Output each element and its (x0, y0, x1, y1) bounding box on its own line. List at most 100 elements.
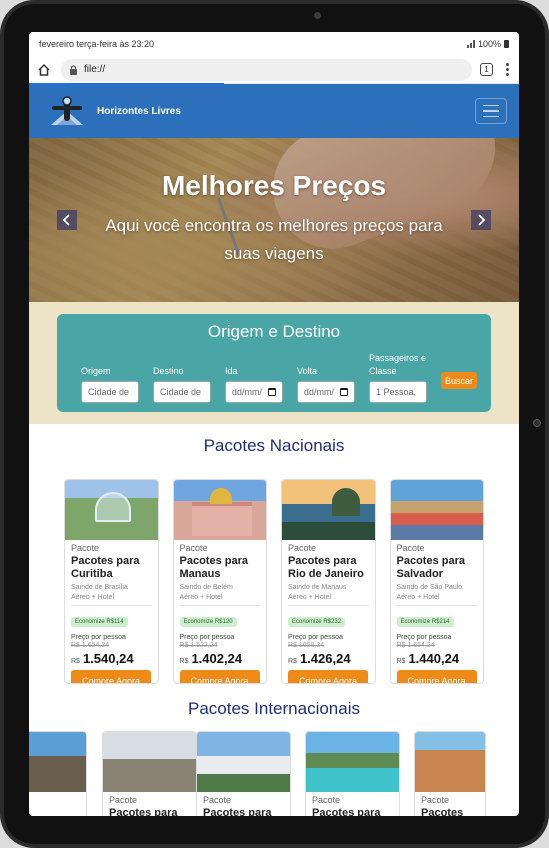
buy-now-button[interactable]: Compre Agora (396, 670, 477, 683)
package-kicker: Pacote (179, 543, 208, 553)
return-date-input[interactable]: dd/mm/ (297, 381, 355, 403)
passengers-select[interactable]: 1 Pessoa, (369, 381, 427, 403)
menu-toggle-button[interactable] (475, 98, 507, 124)
package-card-intl-3[interactable]: Pacote Pacotes para (305, 731, 400, 816)
search-button[interactable]: Buscar (441, 372, 478, 389)
package-card-rio[interactable]: Pacote Pacotes para Rio de Janeiro Saind… (281, 479, 376, 684)
package-kicker: Pacote (312, 795, 341, 805)
national-packages-list: Pacote Pacotes para Curitiba Saindo de B… (29, 479, 519, 684)
currency: R$ (71, 658, 80, 665)
carousel-prev-button[interactable] (57, 210, 77, 230)
url-text: file:// (84, 64, 106, 75)
screen: fevereiro terça-feira às 23:20 100% file… (29, 32, 519, 816)
savings-badge: Economize R$114 (71, 617, 128, 627)
buy-now-button[interactable]: Compre Agora (288, 670, 368, 683)
chevron-left-icon (62, 214, 70, 226)
old-price: R$ 1.654,24 (71, 642, 110, 649)
package-card-manaus[interactable]: Pacote Pacotes para Manaus Saindo de Bel… (172, 479, 267, 684)
package-kicker: Pacote (288, 543, 317, 553)
theatre-shape (191, 502, 252, 536)
package-image-beach (306, 732, 399, 792)
price-value: 1.426,24 (299, 651, 351, 666)
package-title: Pacotes para Manaus (179, 555, 248, 580)
search-section: Origem e Destino Origem Cidade de Destin… (29, 302, 519, 424)
browser-menu-icon[interactable] (501, 63, 513, 76)
price-label: Preço por pessoa (396, 634, 452, 641)
search-form: Origem Cidade de Destino Cidade de Ida d… (81, 352, 478, 403)
status-bar: fevereiro terça-feira às 23:20 100% (29, 32, 519, 56)
return-placeholder: dd/mm/ (304, 387, 335, 397)
package-image-rio (282, 480, 375, 540)
divider (396, 605, 477, 606)
mountain-shape (332, 488, 360, 516)
chevron-right-icon (478, 214, 486, 226)
package-origin: Saindo de Belém (179, 584, 233, 591)
calendar-icon[interactable] (268, 388, 276, 396)
package-card-intl-1[interactable]: Pacote Pacotes para (102, 731, 197, 816)
lock-icon (70, 64, 77, 75)
home-icon[interactable] (35, 61, 53, 79)
package-image-taj-mahal (197, 732, 290, 792)
package-image-angkor (103, 732, 196, 792)
price-label: Preço por pessoa (71, 634, 126, 641)
package-image-city (415, 732, 485, 792)
battery-icon (504, 40, 509, 48)
package-image-manaus (173, 480, 266, 540)
savings-badge: Economize R$214 (396, 617, 454, 627)
package-origin: Saindo de Brasília (71, 584, 128, 591)
passengers-field: Passageiros e Classe 1 Pessoa, (369, 352, 427, 403)
price-value: 1.540,24 (82, 651, 134, 666)
theatre-dome-shape (209, 488, 232, 504)
package-type: Aéreo + Hotel (396, 594, 440, 601)
return-label: Volta (297, 366, 318, 376)
package-card-curitiba[interactable]: Pacote Pacotes para Curitiba Saindo de B… (64, 479, 159, 684)
battery-level: 100% (477, 39, 501, 49)
brand[interactable]: Horizontes Livres (47, 91, 181, 131)
old-price: R$ 1658,24 (288, 642, 325, 649)
calendar-icon[interactable] (340, 388, 348, 396)
divider (71, 605, 152, 606)
status-time: fevereiro terça-feira às 23:20 (39, 39, 155, 49)
package-type: Aéreo + Hotel (179, 594, 223, 601)
package-origin: Saindo de Manaus (288, 584, 347, 591)
old-price: R$ 1.654,24 (396, 642, 435, 649)
camera-icon (314, 12, 321, 19)
signal-icon (466, 40, 475, 48)
return-field: Volta dd/mm/ (297, 365, 355, 403)
package-image-curitiba (65, 480, 158, 540)
package-card-partial[interactable] (29, 731, 87, 816)
address-bar[interactable]: file:// (61, 58, 472, 81)
package-title: Pacotes para (421, 807, 464, 816)
hero-title: Melhores Preços (161, 170, 387, 201)
plane-logo-icon (51, 96, 83, 125)
tab-switcher-button[interactable]: 1 (480, 63, 493, 76)
destination-label: Destino (153, 366, 184, 376)
price: R$ 1.426,24 (288, 651, 369, 666)
hero-subtitle: Aqui você encontra os melhores preços pa… (105, 216, 443, 263)
hero-carousel: Melhores Preços Aqui você encontra os me… (29, 138, 519, 302)
package-type: Aéreo + Hotel (71, 594, 114, 601)
status-right: 100% (466, 39, 509, 49)
browser-toolbar: file:// 1 (29, 56, 519, 85)
package-origin: Saindo de São Paulo (396, 584, 463, 591)
package-title: Pacotes para (109, 807, 178, 816)
buy-now-button[interactable]: Compre Agora (179, 670, 260, 683)
package-title: Pacotes para Rio de Janeiro (288, 555, 364, 580)
departure-date-input[interactable]: dd/mm/ (225, 381, 283, 403)
package-card-intl-4[interactable]: Pacote Pacotes para (414, 731, 486, 816)
package-type: Aéreo + Hotel (288, 594, 331, 601)
international-packages-title: Pacotes Internacionais (188, 699, 360, 718)
package-card-salvador[interactable]: Pacote Pacotes para Salvador Saindo de S… (389, 479, 484, 684)
greenhouse-shape (95, 492, 131, 522)
origin-input[interactable]: Cidade de (81, 381, 139, 403)
buy-now-button[interactable]: Compre Agora (71, 670, 151, 683)
old-price: R$ 1.522,24 (179, 642, 218, 649)
destination-input[interactable]: Cidade de (153, 381, 211, 403)
package-image-salvador (390, 480, 483, 540)
price-value: 1.440,24 (408, 651, 460, 666)
package-card-intl-2[interactable]: Pacote Pacotes para (196, 731, 291, 816)
price-value: 1.402,24 (191, 651, 243, 666)
search-card: Origem e Destino Origem Cidade de Destin… (57, 314, 491, 412)
divider (288, 605, 369, 606)
carousel-next-button[interactable] (471, 210, 491, 230)
